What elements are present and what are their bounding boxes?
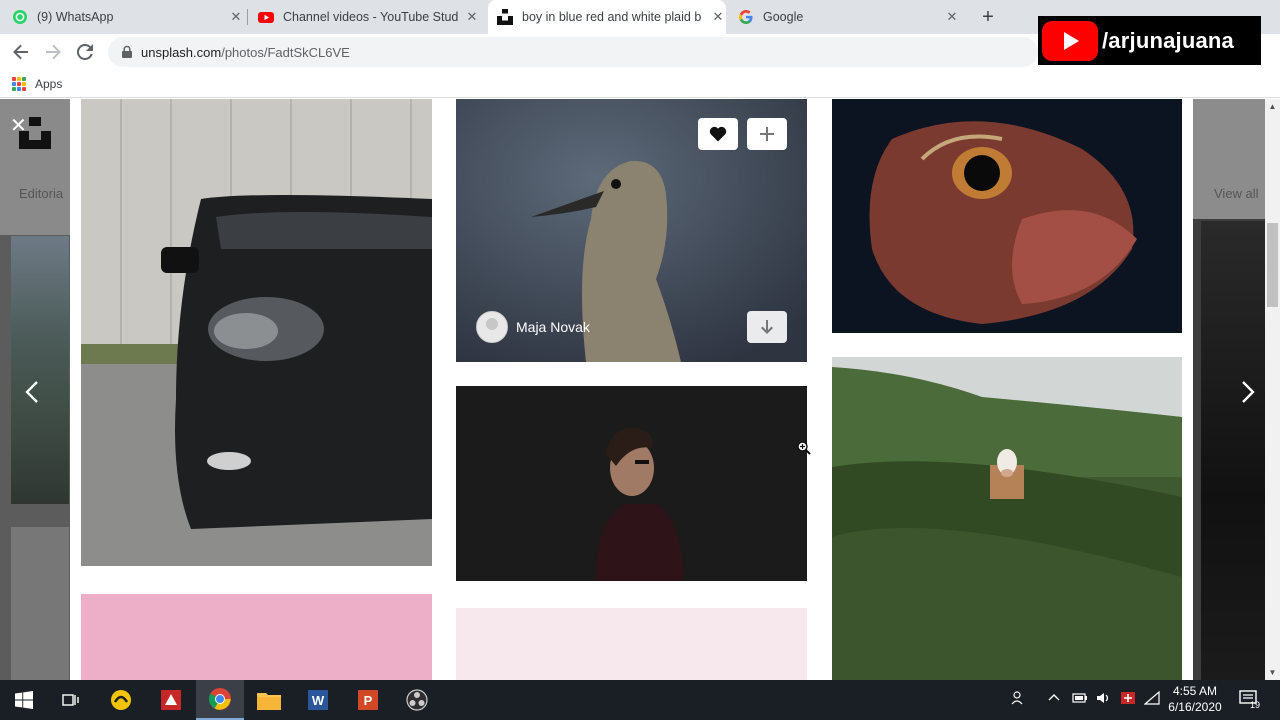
scroll-down-icon[interactable]: ▼	[1265, 665, 1280, 680]
like-button[interactable]	[698, 118, 738, 150]
new-tab-button[interactable]: +	[977, 6, 999, 28]
google-icon	[738, 9, 754, 25]
chevron-up-icon[interactable]	[1048, 690, 1060, 709]
app-icon-yellow[interactable]	[97, 680, 145, 720]
apps-bookmark[interactable]: Apps	[35, 77, 62, 91]
unsplash-icon	[497, 9, 513, 25]
photo-pink[interactable]	[81, 594, 432, 680]
back-button[interactable]	[9, 40, 33, 64]
notification-count: 19	[1250, 700, 1261, 710]
tab-title: Channel videos - YouTube Studio	[283, 10, 458, 24]
bookmarks-bar: Apps	[0, 70, 1280, 98]
clock-date: 6/16/2020	[1168, 700, 1222, 714]
author-name: Maja Novak	[516, 319, 590, 335]
tab-title: boy in blue red and white plaid b	[522, 10, 702, 24]
tab-title: (9) WhatsApp	[37, 10, 114, 24]
download-button[interactable]	[747, 311, 787, 343]
photo-author[interactable]: Maja Novak	[476, 311, 590, 343]
security-icon[interactable]	[1120, 690, 1136, 709]
lock-icon	[122, 45, 132, 58]
people-icon[interactable]	[1011, 690, 1027, 709]
plus-icon	[760, 127, 774, 141]
file-explorer-icon[interactable]	[245, 680, 293, 720]
chevron-left-icon[interactable]	[24, 379, 40, 411]
chrome-icon[interactable]	[196, 680, 244, 720]
photo-modal: Maja Novak	[70, 99, 1193, 680]
youtube-icon	[258, 9, 274, 25]
close-icon[interactable]: ✕	[944, 9, 960, 25]
notification-center-icon[interactable]: 19	[1238, 688, 1262, 712]
zoom-cursor-icon	[797, 441, 811, 455]
powerpoint-icon[interactable]: P	[344, 680, 392, 720]
task-view-icon[interactable]	[47, 680, 95, 720]
clock-time: 4:55 AM	[1172, 684, 1218, 698]
avatar	[476, 311, 508, 343]
background-view-all-link: View all	[1214, 186, 1259, 201]
close-icon[interactable]: ✕	[464, 9, 480, 25]
url-path: /photos/FadtSkCL6VE	[221, 44, 350, 60]
photo-man[interactable]	[456, 386, 807, 581]
scrollbar-thumb[interactable]	[1267, 223, 1278, 307]
reload-icon	[77, 44, 93, 60]
channel-watermark: /arjunajuana	[1038, 16, 1261, 65]
system-clock[interactable]: 4:55 AM 6/16/2020	[1164, 683, 1226, 715]
whatsapp-icon	[12, 9, 28, 25]
tab-youtube-studio[interactable]: Channel videos - YouTube Studio ✕	[258, 0, 480, 34]
svg-text:P: P	[364, 693, 373, 708]
tab-title: Google	[763, 10, 804, 24]
channel-name: /arjunajuana	[1102, 27, 1234, 53]
word-icon[interactable]: W	[294, 680, 342, 720]
chevron-right-icon[interactable]	[1240, 379, 1256, 411]
background-thumbnail	[1201, 221, 1265, 680]
page-content: Editoria View all ✕ Maja Novak ▲ ▼	[0, 99, 1280, 680]
reload-button[interactable]	[73, 40, 97, 64]
windows-start-icon[interactable]	[0, 680, 48, 720]
youtube-logo-icon	[1042, 20, 1098, 61]
forward-button[interactable]	[41, 40, 65, 64]
tab-separator	[247, 9, 248, 25]
wifi-icon[interactable]	[1143, 690, 1160, 709]
arrow-down-icon	[761, 320, 773, 334]
photo-fish[interactable]	[832, 99, 1182, 333]
photo-light-pink[interactable]	[456, 608, 807, 680]
svg-text:W: W	[312, 693, 325, 708]
scrollbar[interactable]: ▲ ▼	[1265, 99, 1280, 680]
scroll-up-icon[interactable]: ▲	[1265, 99, 1280, 114]
close-icon[interactable]: ✕	[710, 9, 726, 25]
taskbar: W P 4:55 AM 6/16/2020 19	[0, 680, 1280, 720]
tab-unsplash[interactable]: boy in blue red and white plaid b ✕	[488, 0, 726, 34]
photo-bird[interactable]: Maja Novak	[456, 99, 807, 362]
photo-cow[interactable]	[832, 357, 1182, 680]
tab-whatsapp[interactable]: (9) WhatsApp ✕	[12, 0, 244, 34]
background-thumbnail	[11, 527, 69, 680]
close-icon[interactable]: ✕	[228, 9, 244, 25]
arrow-left-icon	[13, 44, 28, 60]
tab-google[interactable]: Google ✕	[738, 0, 960, 34]
background-header	[1193, 99, 1265, 219]
url-host: unsplash.com	[141, 44, 222, 60]
volume-icon[interactable]	[1096, 690, 1112, 709]
app-icon-red[interactable]	[147, 680, 195, 720]
background-thumbnail	[11, 236, 69, 504]
address-bar[interactable]: unsplash.com/photos/FadtSkCL6VE	[108, 37, 1038, 67]
apps-grid-icon[interactable]	[12, 76, 26, 91]
add-to-collection-button[interactable]	[747, 118, 787, 150]
photo-car[interactable]	[81, 99, 432, 566]
heart-icon	[709, 126, 727, 142]
obs-icon[interactable]	[393, 680, 441, 720]
unsplash-logo-icon[interactable]	[19, 117, 51, 149]
arrow-right-icon	[46, 44, 61, 60]
background-editorial-label: Editoria	[19, 186, 64, 201]
battery-icon[interactable]	[1072, 690, 1088, 709]
